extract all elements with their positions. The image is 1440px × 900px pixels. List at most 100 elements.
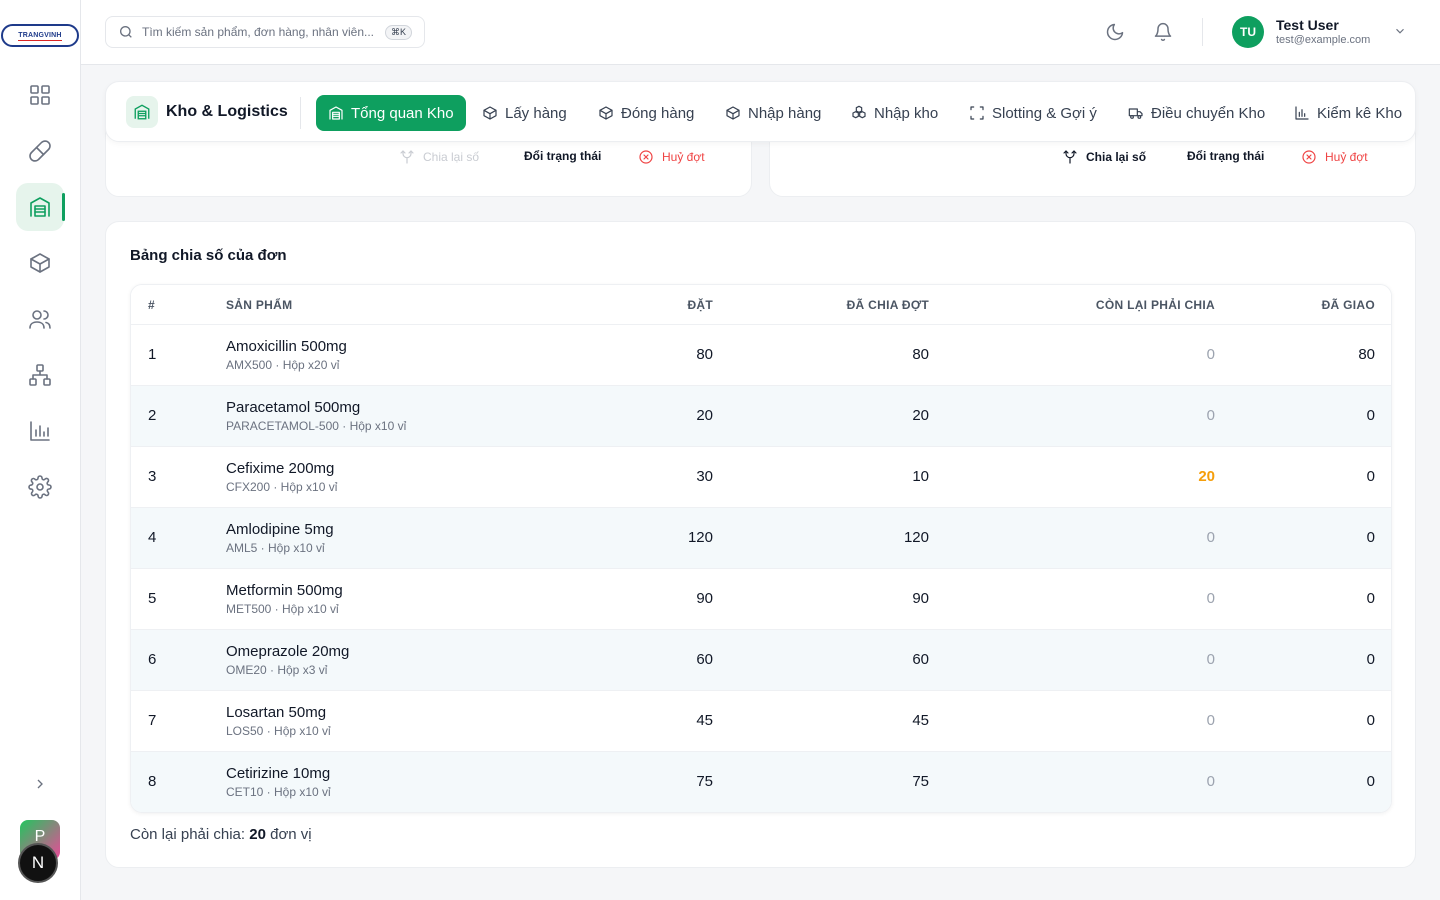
search-box[interactable]: ⌘K <box>105 16 425 48</box>
ordered-qty: 75 <box>696 773 713 790</box>
product-name: Losartan 50mg <box>226 704 327 721</box>
app-badge-n[interactable]: N <box>18 843 58 883</box>
split-again-button-left[interactable]: Chia lại số <box>399 149 479 165</box>
split-again-button-right[interactable]: Chia lại số <box>1062 149 1146 165</box>
pill-icon[interactable] <box>16 127 64 175</box>
user-menu-toggle[interactable] <box>1393 24 1407 38</box>
topbar: ⌘K TU Test User test@example.com <box>81 0 1440 65</box>
allocated-qty: 120 <box>903 529 929 546</box>
cancel-batch-button-left[interactable]: Huỷ đợt <box>638 149 705 165</box>
product-sku: AMX500 · Hộp x20 vỉ <box>226 358 340 372</box>
tab-warehouse-overview[interactable]: Tổng quan Kho <box>316 95 466 131</box>
bell-icon <box>1154 22 1172 42</box>
table-row[interactable]: 4 Amlodipine 5mg AML5 · Hộp x10 vỉ 120 120 0 0 <box>131 508 1391 569</box>
col-index: # <box>148 298 155 312</box>
ordered-qty: 60 <box>696 651 713 668</box>
dark-mode-toggle[interactable] <box>1103 20 1127 44</box>
table-row[interactable]: 3 Cefixime 200mg CFX200 · Hộp x10 vỉ 30 10 20… <box>131 447 1391 508</box>
product-sku: OME20 · Hộp x3 vỉ <box>226 663 328 677</box>
scan-icon <box>970 106 984 120</box>
box-icon <box>483 106 497 120</box>
table-row[interactable]: 8 Cetirizine 10mg CET10 · Hộp x10 vỉ 75 75 0 0 <box>131 752 1391 812</box>
col-allocated: ĐÃ CHIA ĐỢT <box>846 298 929 312</box>
remaining-qty: 0 <box>1206 529 1215 546</box>
brand-logo[interactable]: TRANGVINH <box>1 24 79 47</box>
cancel-batch-button-right[interactable]: Huỷ đợt <box>1301 149 1368 165</box>
ordered-qty: 120 <box>687 529 713 546</box>
allocated-qty: 80 <box>912 346 929 363</box>
x-circle-icon <box>1302 150 1316 164</box>
tab-transfer[interactable]: Điều chuyển Kho <box>1116 95 1277 131</box>
delivered-qty: 0 <box>1366 651 1375 668</box>
allocation-table: # SẢN PHẨM ĐẶT ĐÃ CHIA ĐỢT CÒN LẠI PHẢI … <box>130 284 1392 813</box>
avatar[interactable]: TU <box>1232 16 1264 48</box>
sidebar: TRANGVINH P N <box>0 0 81 900</box>
remaining-total: 20 <box>249 826 266 843</box>
module-header: Kho & Logistics <box>126 96 288 128</box>
table-header: # SẢN PHẨM ĐẶT ĐÃ CHIA ĐỢT CÒN LẠI PHẢI … <box>131 285 1391 325</box>
allocation-card: Bảng chia số của đơn # SẢN PHẨM ĐẶT ĐÃ C… <box>105 221 1416 868</box>
box-icon <box>726 106 740 120</box>
table-row[interactable]: 6 Omeprazole 20mg OME20 · Hộp x3 vỉ 60 60 0 0 <box>131 630 1391 691</box>
boxes-icon <box>852 105 866 119</box>
remaining-qty: 0 <box>1206 407 1215 424</box>
delivered-qty: 0 <box>1366 529 1375 546</box>
org-chart-icon[interactable] <box>16 351 64 399</box>
split-icon <box>1063 150 1077 164</box>
row-index: 7 <box>148 712 157 729</box>
gear-icon[interactable] <box>16 463 64 511</box>
chevron-down-icon <box>1396 28 1404 34</box>
product-name: Paracetamol 500mg <box>226 399 361 416</box>
row-index: 3 <box>148 468 157 485</box>
row-index: 2 <box>148 407 157 424</box>
product-sku: PARACETAMOL-500 · Hộp x10 vỉ <box>226 419 407 433</box>
delivered-qty: 0 <box>1366 712 1375 729</box>
notifications-button[interactable] <box>1151 20 1175 44</box>
product-sku: CET10 · Hộp x10 vỉ <box>226 785 331 799</box>
remaining-summary: Còn lại phải chia: 20 đơn vị <box>130 826 312 843</box>
tab-slotting[interactable]: Slotting & Gợi ý <box>957 95 1109 131</box>
expand-sidebar-button[interactable] <box>28 772 52 796</box>
table-row[interactable]: 5 Metformin 500mg MET500 · Hộp x10 vỉ 90 90 0… <box>131 569 1391 630</box>
remaining-qty: 0 <box>1206 651 1215 668</box>
ordered-qty: 30 <box>696 468 713 485</box>
split-icon <box>400 150 414 164</box>
change-status-button-left[interactable]: Đổi trạng thái <box>524 149 601 163</box>
delivered-qty: 0 <box>1366 773 1375 790</box>
ordered-qty: 20 <box>696 407 713 424</box>
warehouse-icon <box>329 106 343 120</box>
users-icon[interactable] <box>16 295 64 343</box>
moon-icon <box>1106 23 1124 41</box>
tab-receiving[interactable]: Nhập hàng <box>713 95 833 131</box>
search-input[interactable] <box>142 25 382 39</box>
product-sku: MET500 · Hộp x10 vỉ <box>226 602 339 616</box>
delivered-qty: 80 <box>1358 346 1375 363</box>
allocated-qty: 20 <box>912 407 929 424</box>
table-row[interactable]: 2 Paracetamol 500mg PARACETAMOL-500 · Hộp … <box>131 386 1391 447</box>
tab-picking[interactable]: Lấy hàng <box>470 95 579 131</box>
tab-packing[interactable]: Đóng hàng <box>586 95 706 131</box>
bar-chart-icon[interactable] <box>16 407 64 455</box>
table-row[interactable]: 1 Amoxicillin 500mg AMX500 · Hộp x20 vỉ 80 8… <box>131 325 1391 386</box>
table-row[interactable]: 7 Losartan 50mg LOS50 · Hộp x10 vỉ 45 45 0 0 <box>131 691 1391 752</box>
allocated-qty: 10 <box>912 468 929 485</box>
tab-putaway[interactable]: Nhập kho <box>839 95 950 131</box>
change-status-button-right[interactable]: Đổi trạng thái <box>1187 149 1264 163</box>
user-email: test@example.com <box>1276 34 1371 46</box>
warehouse-icon[interactable] <box>16 183 65 231</box>
product-name: Cefixime 200mg <box>226 460 335 477</box>
user-name[interactable]: Test User <box>1276 17 1339 33</box>
remaining-qty: 20 <box>1198 468 1215 485</box>
product-name: Amlodipine 5mg <box>226 521 334 538</box>
col-remaining: CÒN LẠI PHẢI CHIA <box>1095 298 1215 312</box>
row-index: 8 <box>148 773 157 790</box>
product-sku: LOS50 · Hộp x10 vỉ <box>226 724 331 738</box>
tab-stocktake[interactable]: Kiểm kê Kho <box>1282 95 1414 131</box>
delivered-qty: 0 <box>1366 407 1375 424</box>
dashboard-icon[interactable] <box>16 71 64 119</box>
allocated-qty: 75 <box>912 773 929 790</box>
shortcut-badge: ⌘K <box>384 25 412 40</box>
row-index: 1 <box>148 346 157 363</box>
package-icon[interactable] <box>16 239 64 287</box>
remaining-qty: 0 <box>1206 773 1215 790</box>
